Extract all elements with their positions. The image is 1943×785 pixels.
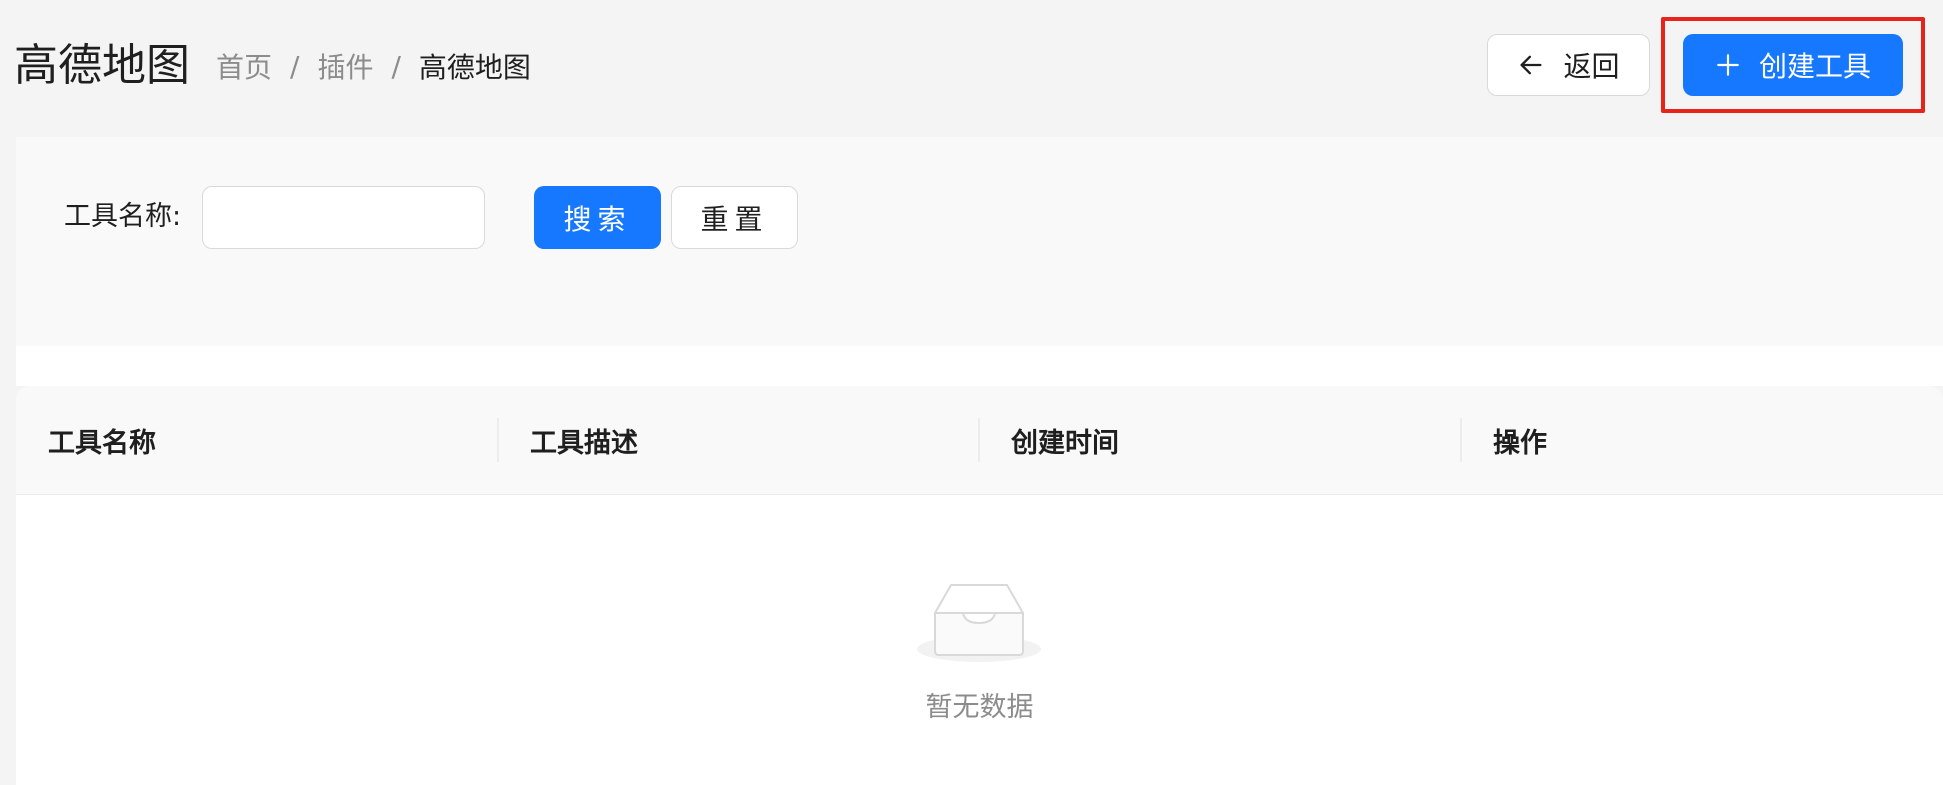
create-tool-button-label: 创建工具 xyxy=(1758,50,1871,83)
column-divider xyxy=(497,418,499,462)
empty-inbox-icon xyxy=(917,584,1041,662)
page-title: 高德地图 xyxy=(14,40,190,91)
tool-name-label: 工具名称: xyxy=(64,201,182,232)
column-header-tool-name: 工具名称 xyxy=(48,428,156,459)
breadcrumb-plugins[interactable]: 插件 xyxy=(317,46,373,86)
page-header: 高德地图 首页 / 插件 / 高德地图 返回 创建工具 xyxy=(0,0,1943,137)
tools-table: 工具名称 工具描述 创建时间 操作 暂无数据 xyxy=(16,386,1943,785)
create-tool-button[interactable]: 创建工具 xyxy=(1683,34,1903,96)
breadcrumb-separator: / xyxy=(290,49,300,83)
breadcrumb-home[interactable]: 首页 xyxy=(216,46,272,86)
search-button[interactable]: 搜索 xyxy=(534,186,661,249)
empty-state: 暂无数据 xyxy=(16,495,1943,785)
column-divider xyxy=(1460,418,1462,462)
content-gap xyxy=(16,346,1943,386)
reset-button[interactable]: 重置 xyxy=(671,186,798,249)
arrow-left-icon xyxy=(1520,55,1542,75)
tool-name-input[interactable] xyxy=(202,186,485,249)
breadcrumb-separator: / xyxy=(391,49,401,83)
back-button[interactable]: 返回 xyxy=(1487,34,1650,96)
breadcrumb-current: 高德地图 xyxy=(418,51,531,84)
back-button-label: 返回 xyxy=(1563,50,1620,83)
breadcrumb: 首页 / 插件 / 高德地图 xyxy=(216,46,531,86)
empty-text: 暂无数据 xyxy=(925,692,1034,723)
column-header-actions: 操作 xyxy=(1493,428,1547,459)
column-header-created-time: 创建时间 xyxy=(1011,428,1119,459)
column-divider xyxy=(978,418,980,462)
table-header: 工具名称 工具描述 创建时间 操作 xyxy=(16,386,1943,495)
plus-icon xyxy=(1717,54,1739,76)
search-panel: 工具名称: 搜索 重置 xyxy=(16,137,1943,346)
column-header-tool-description: 工具描述 xyxy=(530,428,638,459)
page: 高德地图 首页 / 插件 / 高德地图 返回 创建工具 工具名称: 搜索 重置 … xyxy=(0,0,1943,785)
